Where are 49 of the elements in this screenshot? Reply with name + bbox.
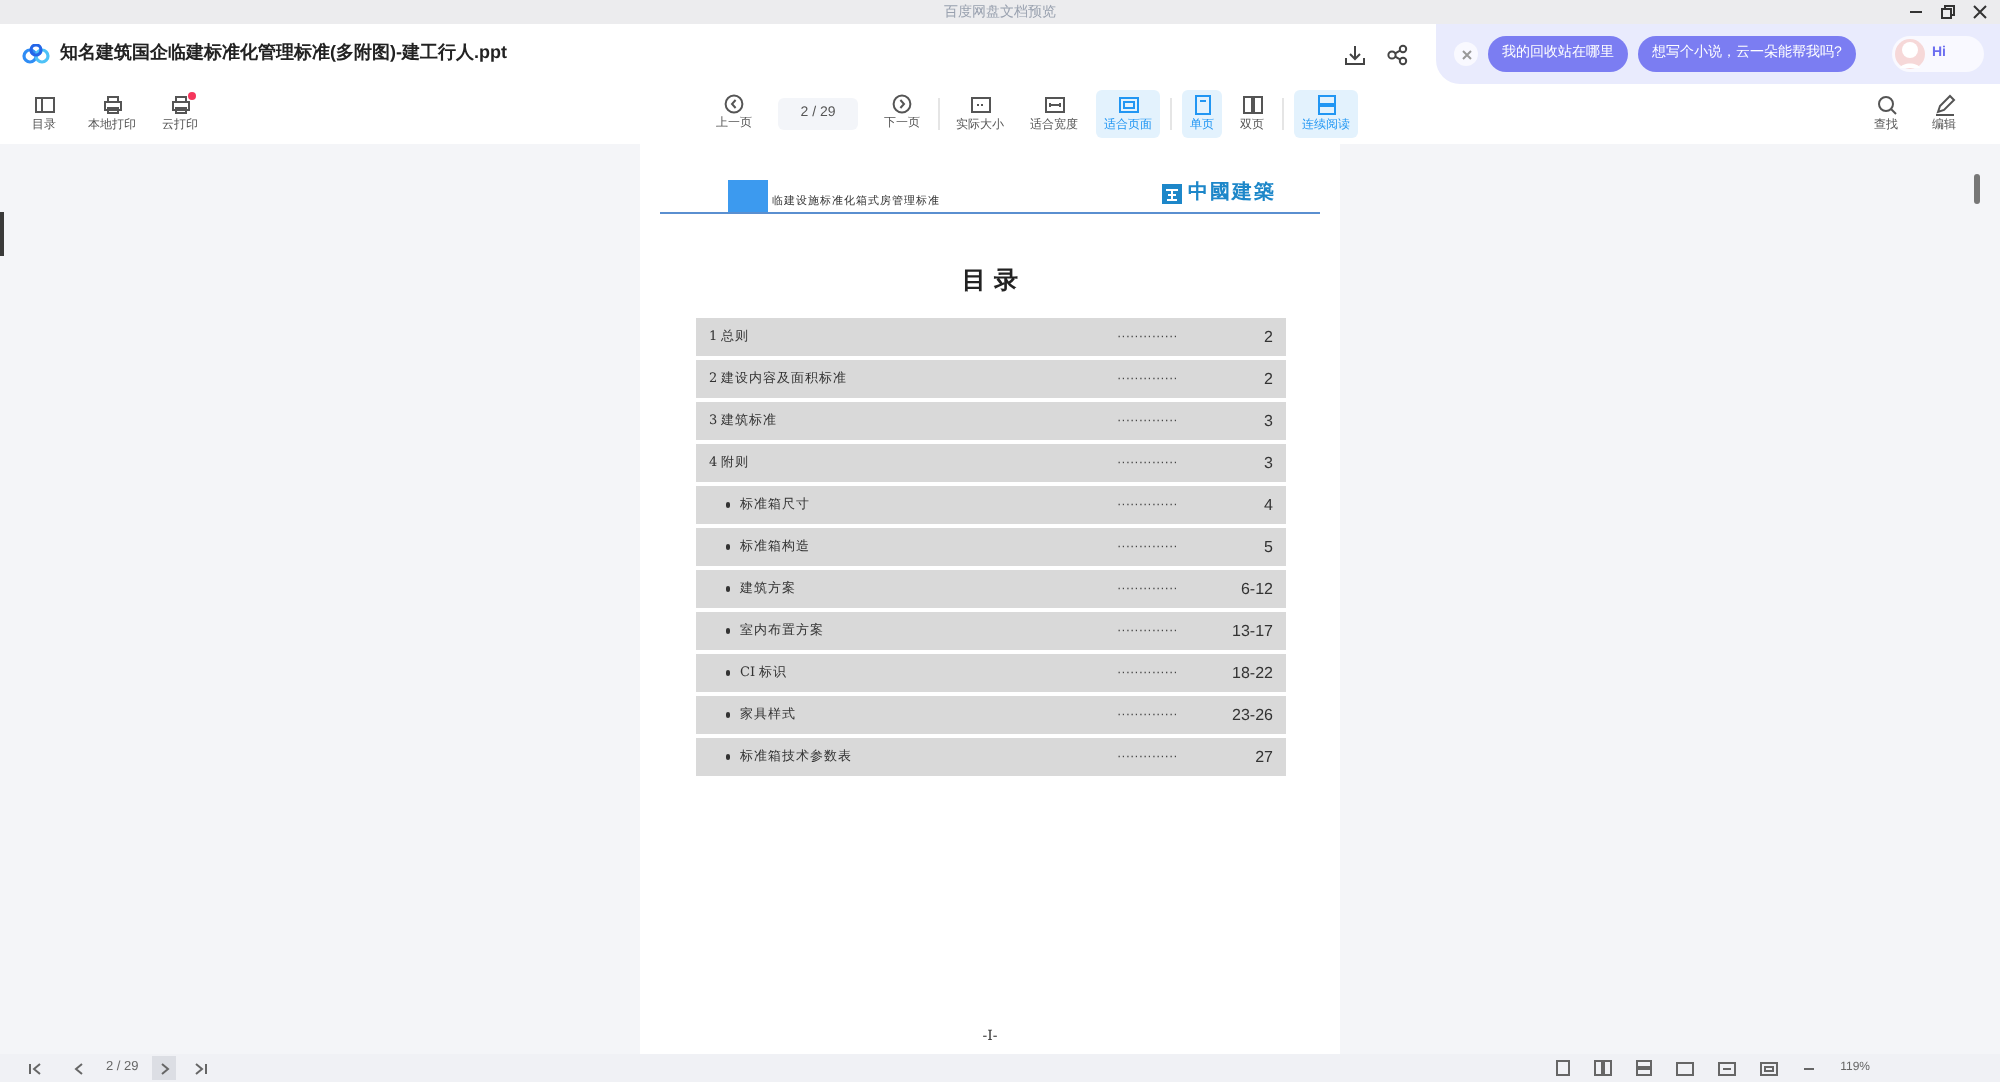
logo-text: 中國建築 bbox=[1188, 179, 1276, 208]
header-block bbox=[728, 180, 768, 212]
continuous-icon[interactable] bbox=[1636, 1060, 1653, 1076]
close-icon[interactable] bbox=[1972, 4, 1988, 20]
previous-icon[interactable] bbox=[72, 1061, 86, 1075]
toc-page: 23-26 bbox=[1230, 703, 1273, 727]
toc-page: 2 bbox=[1262, 367, 1273, 391]
next-page-button[interactable] bbox=[152, 1056, 177, 1080]
close-icon bbox=[1461, 49, 1471, 59]
dismiss-button[interactable] bbox=[1454, 42, 1478, 66]
actual-size-icon[interactable] bbox=[1676, 1061, 1695, 1075]
restore-icon[interactable] bbox=[1940, 4, 1956, 20]
toc-page: 3 bbox=[1262, 409, 1273, 433]
toc-heading: 目 录 bbox=[961, 264, 1019, 298]
printer-icon bbox=[101, 93, 123, 115]
document-title: 知名建筑国企临建标准化管理标准(多附图)-建工行人.ppt bbox=[60, 40, 507, 67]
sidebar-icon bbox=[33, 93, 55, 115]
next-icon bbox=[157, 1061, 172, 1075]
toc-page: 5 bbox=[1262, 535, 1273, 559]
previous-icon bbox=[724, 94, 744, 114]
first-page-icon[interactable] bbox=[28, 1061, 42, 1075]
double-page-icon[interactable] bbox=[1594, 1060, 1613, 1076]
continuous-icon bbox=[1315, 93, 1337, 115]
logo-icon bbox=[1162, 183, 1182, 203]
fit-page-icon bbox=[1117, 93, 1139, 115]
logo-icon bbox=[22, 44, 50, 64]
next-icon bbox=[892, 94, 912, 114]
fit-width-icon[interactable] bbox=[1718, 1061, 1737, 1075]
single-page-icon bbox=[1191, 93, 1213, 115]
double-page-icon bbox=[1241, 93, 1263, 115]
scrollbar-thumb[interactable] bbox=[1974, 174, 1980, 204]
toc-page: 27 bbox=[1253, 745, 1273, 769]
single-page-icon[interactable] bbox=[1556, 1060, 1571, 1076]
toc-page: 3 bbox=[1262, 451, 1273, 475]
toc-page: 18-22 bbox=[1230, 661, 1273, 685]
fit-page-icon[interactable] bbox=[1760, 1061, 1779, 1075]
download-icon[interactable] bbox=[1344, 43, 1366, 65]
avatar-icon bbox=[1894, 38, 1926, 70]
toc-page: 13-17 bbox=[1230, 619, 1273, 643]
toc-page: 6-12 bbox=[1238, 577, 1273, 601]
fit-width-icon bbox=[1043, 93, 1065, 115]
share-icon[interactable] bbox=[1386, 43, 1408, 65]
toc-page: 4 bbox=[1262, 493, 1273, 517]
actual-size-icon bbox=[969, 93, 991, 115]
search-icon bbox=[1875, 93, 1897, 115]
printer-icon bbox=[169, 93, 191, 115]
pencil-icon bbox=[1933, 93, 1955, 115]
last-page-icon[interactable] bbox=[194, 1061, 209, 1075]
toc-page: 2 bbox=[1262, 325, 1273, 349]
